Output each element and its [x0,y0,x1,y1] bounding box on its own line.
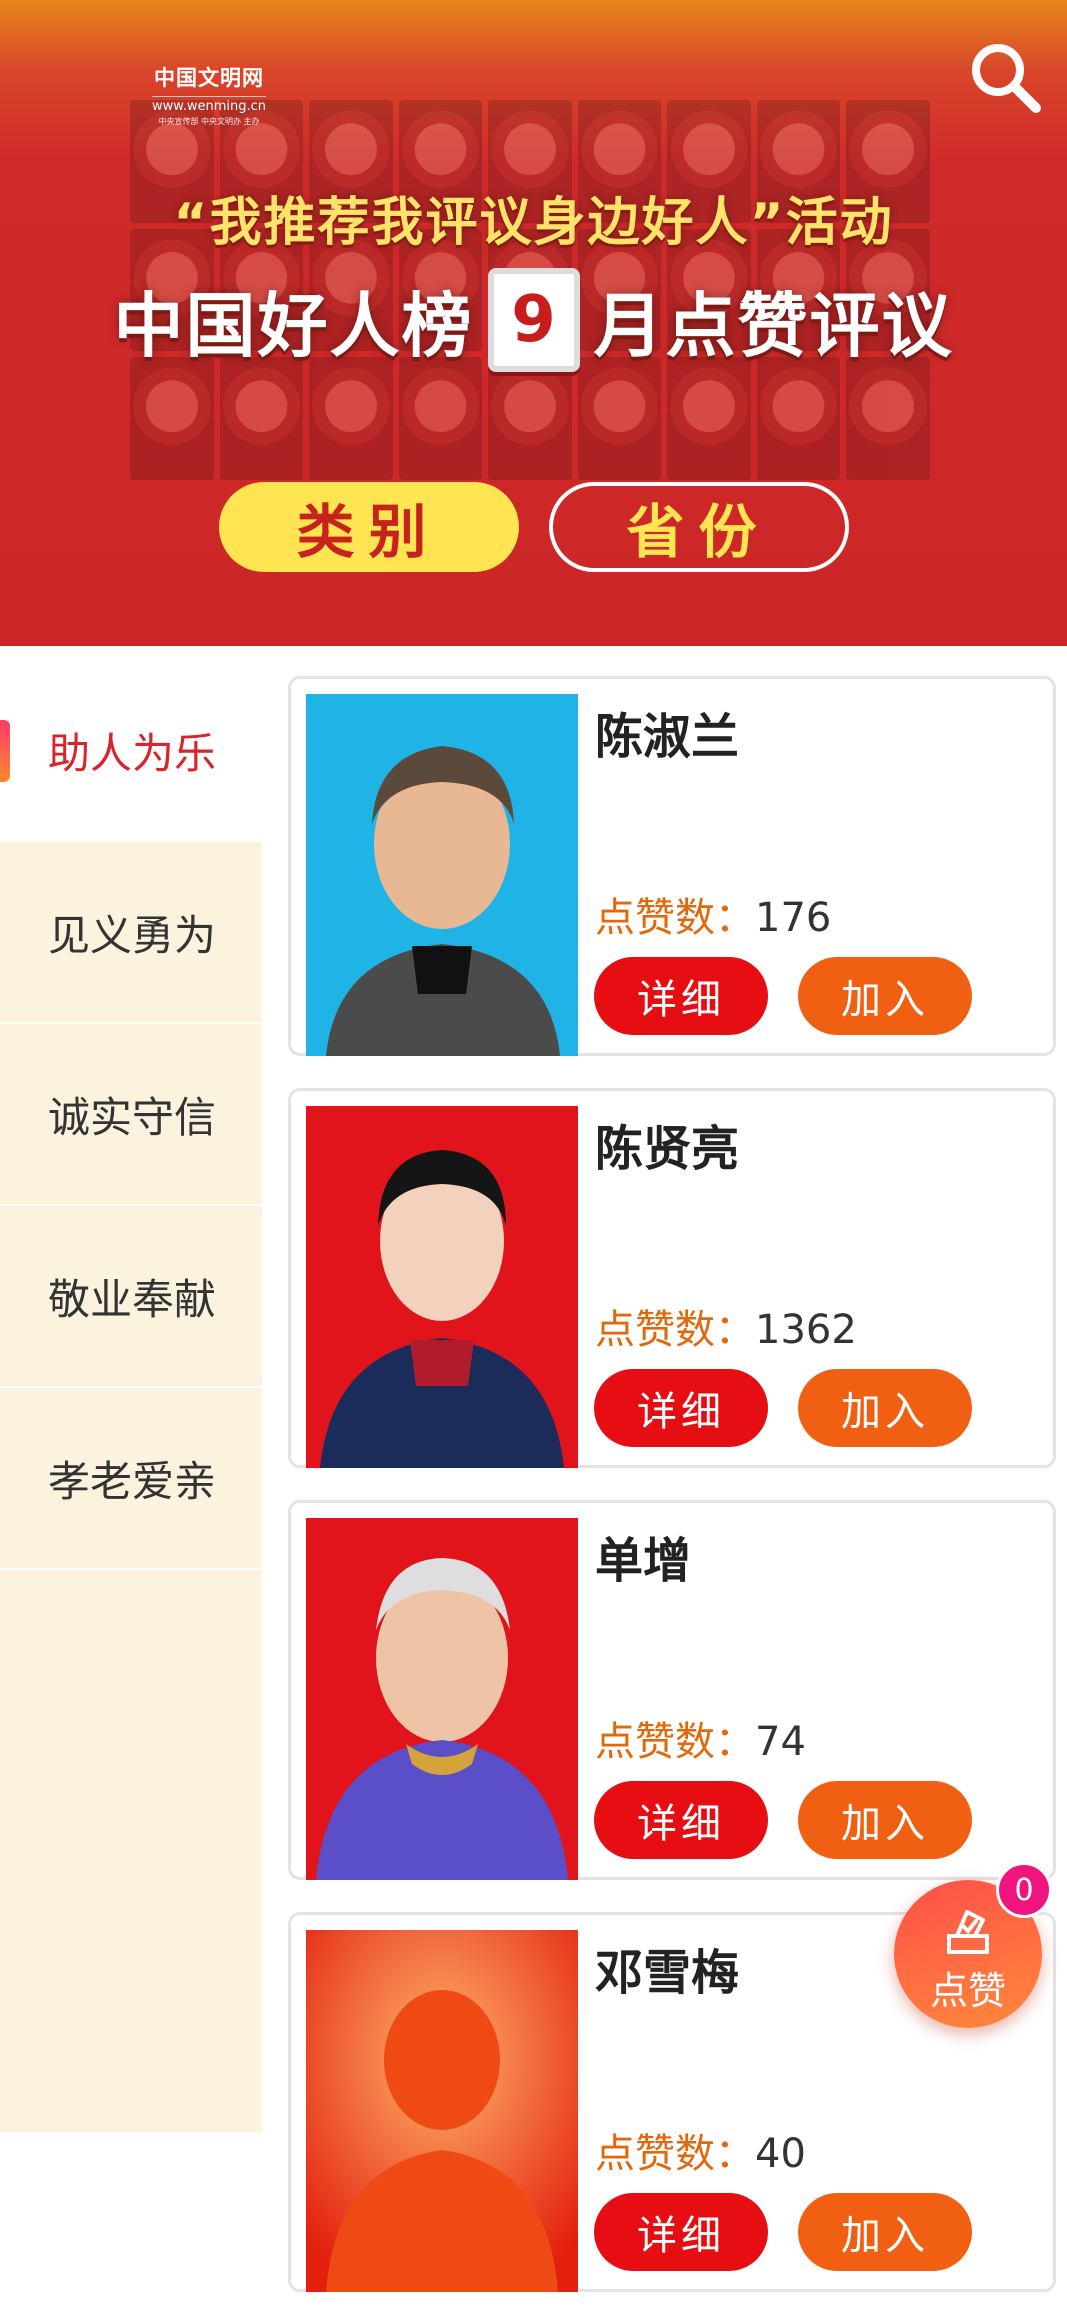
province-filter-button[interactable]: 省份 [548,482,849,572]
candidate-name: 陈淑兰 [595,709,740,765]
candidate-name: 邓雪梅 [595,1945,740,2001]
logo-sub: 中央宣传部 中央文明办 主办 [158,117,260,126]
like-count-value: 40 [755,2131,806,2177]
site-logo: 中国文明网 www.wenming.cn 中央宣传部 中央文明办 主办 [152,62,266,127]
sidebar-item-honesty[interactable]: 诚实守信 [0,1024,262,1206]
candidate-name: 单增 [595,1533,692,1589]
candidate-photo-placeholder[interactable] [306,1930,578,2292]
sidebar-item-dedication[interactable]: 敬业奉献 [0,1206,262,1388]
candidate-photo[interactable] [306,1518,578,1880]
like-count-label: 点赞数： [595,1307,755,1353]
like-count-label: 点赞数： [595,895,755,941]
candidate-card: 陈淑兰 点赞数：176 详细 加入 [288,676,1056,1056]
category-sidebar: 助人为乐 见义勇为 诚实守信 敬业奉献 孝老爱亲 [0,660,262,2132]
sidebar-item-filial-piety[interactable]: 孝老爱亲 [0,1388,262,1570]
sidebar-item-label: 孝老爱亲 [48,1456,217,1506]
sidebar-item-label: 助人为乐 [48,728,217,778]
filter-buttons: 类别 省份 [0,482,1067,572]
like-count: 点赞数：1362 [595,1297,857,1355]
month-number: 9 [487,268,580,372]
sidebar-item-label: 见义勇为 [48,910,217,960]
detail-button[interactable]: 详细 [594,957,768,1035]
like-count-label: 点赞数： [595,1719,755,1765]
banner-title: 中国好人榜 9 月点赞评议 [0,268,1067,372]
candidate-list: 陈淑兰 点赞数：176 详细 加入 陈贤亮 点赞数：1362 详细 加入 单增 … [288,676,1056,2324]
detail-button[interactable]: 详细 [594,2193,768,2271]
candidate-name: 陈贤亮 [595,1121,740,1177]
sidebar-item-label: 诚实守信 [48,1092,217,1142]
category-filter-button[interactable]: 类别 [218,482,519,572]
detail-button[interactable]: 详细 [594,1369,768,1447]
candidate-photo[interactable] [306,694,578,1056]
sidebar-item-bravery[interactable]: 见义勇为 [0,842,262,1024]
vote-button-label: 点赞 [929,1969,1006,2013]
title-left: 中国好人榜 [113,284,474,367]
join-button[interactable]: 加入 [798,957,972,1035]
active-indicator [0,720,10,782]
join-button[interactable]: 加入 [798,1369,972,1447]
like-count: 点赞数：74 [595,1709,806,1767]
sidebar-item-helping-others[interactable]: 助人为乐 [0,660,262,842]
search-icon [972,44,1041,113]
sidebar-item-label: 敬业奉献 [48,1274,217,1324]
banner-headline: “我推荐我评议身边好人”活动 [173,193,894,253]
join-button[interactable]: 加入 [798,1781,972,1859]
search-button[interactable] [966,38,1044,116]
like-count-label: 点赞数： [595,2131,755,2177]
like-count-value: 1362 [755,1307,857,1353]
like-count: 点赞数：40 [595,2121,806,2179]
candidate-card: 单增 点赞数：74 详细 加入 [288,1500,1056,1880]
like-count: 点赞数：176 [595,885,831,943]
title-right: 月点赞评议 [593,284,954,367]
like-count-value: 176 [755,895,832,941]
vote-count-badge: 0 [996,1862,1052,1918]
ballot-box-icon [947,1910,989,1954]
logo-name: 中国文明网 [154,66,264,90]
activity-banner: 中国文明网 www.wenming.cn 中央宣传部 中央文明办 主办 “我推荐… [0,0,1067,646]
detail-button[interactable]: 详细 [594,1781,768,1859]
logo-url: www.wenming.cn [152,96,266,114]
join-button[interactable]: 加入 [798,2193,972,2271]
candidate-photo[interactable] [306,1106,578,1468]
like-count-value: 74 [755,1719,806,1765]
candidate-card: 陈贤亮 点赞数：1362 详细 加入 [288,1088,1056,1468]
